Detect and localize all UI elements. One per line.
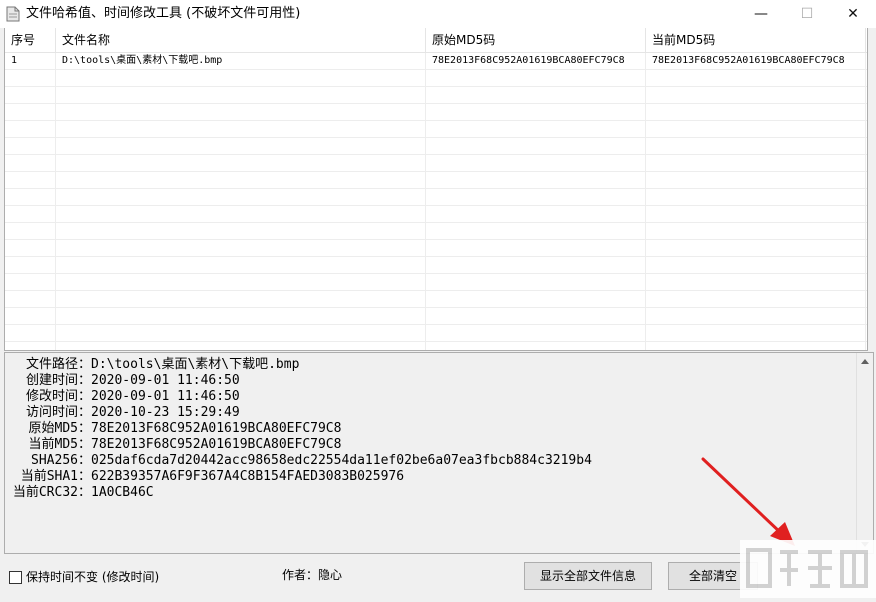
info-label: SHA256： xyxy=(31,453,91,468)
info-line-accessed: 访问时间：2020-10-23 15:29:49 xyxy=(5,405,592,421)
empty-row xyxy=(5,308,867,325)
column-header-original-md5[interactable]: 原始MD5码 xyxy=(426,28,646,52)
close-button[interactable]: ✕ xyxy=(830,0,876,28)
info-label: 当前SHA1： xyxy=(20,469,91,484)
cell-original-md5: 78E2013F68C952A01619BCA80EFC79C8 xyxy=(432,55,625,66)
empty-row xyxy=(5,325,867,342)
info-line-sha1: 当前SHA1：622B39357A6F9F367A4C8B154FAED3083… xyxy=(5,469,592,485)
info-line-created: 创建时间：2020-09-01 11:46:50 xyxy=(5,373,592,389)
watermark-logo xyxy=(740,540,876,598)
empty-row xyxy=(5,189,867,206)
file-info-lines: 文件路径：D:\tools\桌面\素材\下载吧.bmp 创建时间：2020-09… xyxy=(5,357,592,501)
empty-row xyxy=(5,172,867,189)
empty-row xyxy=(5,342,867,350)
cell-current-md5: 78E2013F68C952A01619BCA80EFC79C8 xyxy=(652,55,845,66)
info-value: 2020-09-01 11:46:50 xyxy=(91,389,240,404)
info-label: 当前CRC32： xyxy=(12,485,91,500)
info-value: 2020-09-01 11:46:50 xyxy=(91,373,240,388)
keep-time-checkbox[interactable] xyxy=(9,571,22,584)
info-line-path: 文件路径：D:\tools\桌面\素材\下载吧.bmp xyxy=(5,357,592,373)
info-value: 78E2013F68C952A01619BCA80EFC79C8 xyxy=(91,421,342,436)
title-bar: 文件哈希值、时间修改工具 (不破坏文件可用性) — ☐ ✕ xyxy=(0,0,876,28)
maximize-icon: ☐ xyxy=(800,6,814,22)
info-label: 原始MD5： xyxy=(28,421,91,436)
info-value: 1A0CB46C xyxy=(91,485,154,500)
empty-row xyxy=(5,121,867,138)
empty-row xyxy=(5,104,867,121)
author-label: 作者：隐心 xyxy=(282,568,343,582)
file-list-header: 序号 文件名称 原始MD5码 当前MD5码 xyxy=(5,28,867,53)
info-line-current-md5: 当前MD5：78E2013F68C952A01619BCA80EFC79C8 xyxy=(5,437,592,453)
app-icon xyxy=(6,6,20,22)
empty-row xyxy=(5,291,867,308)
cell-filename: D:\tools\桌面\素材\下载吧.bmp xyxy=(62,55,223,66)
empty-row xyxy=(5,206,867,223)
column-header-index[interactable]: 序号 xyxy=(5,28,56,52)
cell-index: 1 xyxy=(11,55,18,66)
minimize-button[interactable]: — xyxy=(738,0,784,28)
window-title: 文件哈希值、时间修改工具 (不破坏文件可用性) xyxy=(26,6,301,21)
info-value: 622B39357A6F9F367A4C8B154FAED3083B025976 xyxy=(91,469,405,484)
empty-row xyxy=(5,274,867,291)
empty-row xyxy=(5,70,867,87)
info-value: D:\tools\桌面\素材\下载吧.bmp xyxy=(91,357,300,372)
info-scrollbar[interactable] xyxy=(856,353,873,553)
info-label: 创建时间： xyxy=(25,373,91,388)
close-icon: ✕ xyxy=(847,6,859,22)
empty-row xyxy=(5,223,867,240)
maximize-button[interactable]: ☐ xyxy=(784,0,830,28)
info-line-modified: 修改时间：2020-09-01 11:46:50 xyxy=(5,389,592,405)
info-line-sha256: SHA256：025daf6cda7d20442acc98658edc22554… xyxy=(5,453,592,469)
empty-row xyxy=(5,240,867,257)
empty-row xyxy=(5,138,867,155)
info-value: 025daf6cda7d20442acc98658edc22554da11ef0… xyxy=(91,453,592,468)
app-window: 文件哈希值、时间修改工具 (不破坏文件可用性) — ☐ ✕ 序号 文件名称 原始… xyxy=(0,0,876,598)
file-info-box[interactable]: 文件路径：D:\tools\桌面\素材\下载吧.bmp 创建时间：2020-09… xyxy=(4,352,874,554)
info-value: 78E2013F68C952A01619BCA80EFC79C8 xyxy=(91,437,342,452)
info-label: 文件路径： xyxy=(25,357,91,372)
file-list-body: 1 D:\tools\桌面\素材\下载吧.bmp 78E2013F68C952A… xyxy=(5,53,867,350)
scroll-up-icon[interactable] xyxy=(861,359,869,364)
column-header-current-md5[interactable]: 当前MD5码 xyxy=(646,28,866,52)
info-line-original-md5: 原始MD5：78E2013F68C952A01619BCA80EFC79C8 xyxy=(5,421,592,437)
table-row[interactable]: 1 D:\tools\桌面\素材\下载吧.bmp 78E2013F68C952A… xyxy=(5,53,867,70)
empty-row xyxy=(5,155,867,172)
column-header-filename[interactable]: 文件名称 xyxy=(56,28,426,52)
info-value: 2020-10-23 15:29:49 xyxy=(91,405,240,420)
empty-row xyxy=(5,257,867,274)
file-list[interactable]: 序号 文件名称 原始MD5码 当前MD5码 1 D:\tools\桌面\素材\下… xyxy=(4,28,868,351)
keep-time-label[interactable]: 保持时间不变 (修改时间) xyxy=(26,569,159,586)
info-line-crc32: 当前CRC32：1A0CB46C xyxy=(5,485,592,501)
info-label: 访问时间： xyxy=(25,405,91,420)
minimize-icon: — xyxy=(754,6,768,22)
info-label: 当前MD5： xyxy=(28,437,91,452)
empty-row xyxy=(5,87,867,104)
show-all-info-button[interactable]: 显示全部文件信息 xyxy=(524,562,652,590)
info-label: 修改时间： xyxy=(25,389,91,404)
